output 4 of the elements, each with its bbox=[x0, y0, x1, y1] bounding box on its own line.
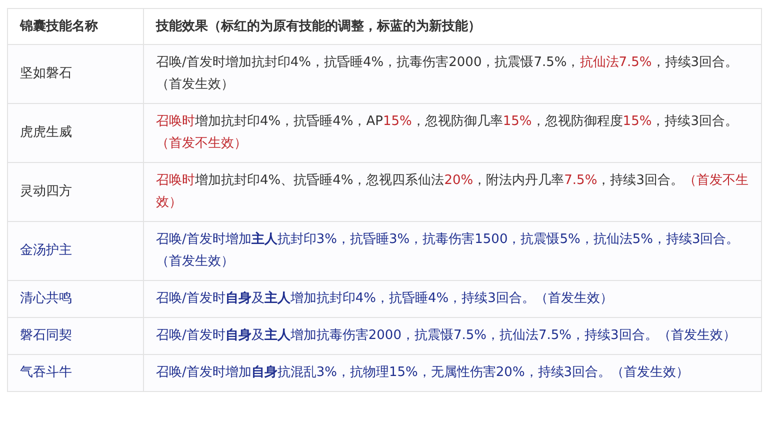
column-header: 锦囊技能名称 bbox=[8, 8, 144, 44]
table-cell: 召唤/首发时增加自身抗混乱3%，抗物理15%，无属性伤害20%，持续3回合。（首发生效） bbox=[144, 354, 762, 392]
column-header: 技能效果（标红的为原有技能的调整，标蓝的为新技能） bbox=[144, 8, 762, 44]
table-cell: 气吞斗牛 bbox=[8, 354, 144, 392]
